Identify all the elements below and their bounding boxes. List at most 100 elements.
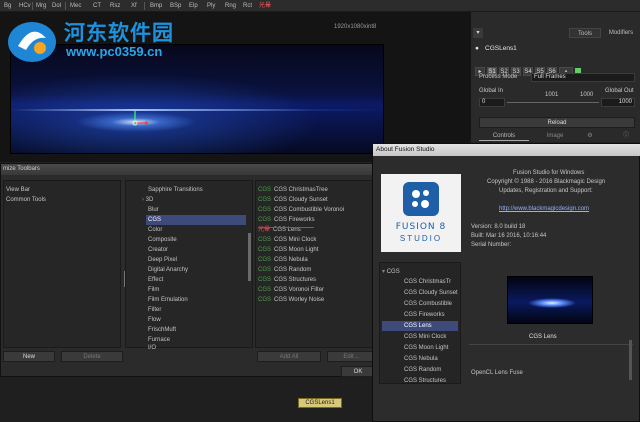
tree-item-nebula[interactable]: CGS Nebula [404, 354, 438, 364]
tool-worley-noise[interactable]: CGS CGS Worley Noise [258, 295, 324, 305]
fusion-logo-line1: FUSION 8 [395, 222, 447, 232]
tool-ct[interactable]: CT [93, 1, 101, 11]
tool-bg[interactable]: Bg [4, 1, 11, 11]
tool-rsz[interactable]: Rsz [110, 1, 120, 11]
category-color[interactable]: Color [148, 225, 162, 235]
tab-controls[interactable]: Controls [479, 131, 529, 141]
toolbar-list: View Bar Common Tools [3, 180, 126, 348]
serial-text: Serial Number: [471, 242, 512, 248]
tree-item-lens[interactable]: CGS Lens [382, 321, 458, 331]
global-out-label: Global Out [605, 88, 634, 94]
category-scrollbar[interactable] [248, 233, 251, 281]
tool-xf[interactable]: Xf [131, 1, 137, 11]
tree-item-christmastree[interactable]: CGS ChristmasTr [404, 277, 451, 287]
tool-hcv[interactable]: HCv [19, 1, 31, 11]
category-flow[interactable]: Flow [148, 315, 161, 325]
tool-cloudy-sunset[interactable]: CGS CGS Cloudy Sunset [258, 195, 328, 205]
tool-nebula[interactable]: CGS CGS Nebula [258, 255, 308, 265]
tree-item-combustible[interactable]: CGS Combustible [404, 299, 452, 309]
tool-mec[interactable]: Mec [70, 1, 81, 11]
ok-button[interactable]: OK [341, 366, 375, 377]
tool-list: CGS CGS ChristmasTree CGS CGS Cloudy Sunse… [255, 180, 375, 348]
main-toolbar: Bg HCv Mrg Dol Mec CT Rsz Xf Bmp BSp Elp… [0, 0, 640, 12]
tool-christmastree[interactable]: CGS CGS ChristmasTree [258, 185, 328, 195]
settings-icon[interactable]: ⚙ [585, 131, 595, 141]
list-item[interactable]: View Bar [6, 185, 30, 195]
tool-structures[interactable]: CGS CGS Structures [258, 275, 316, 285]
plugin-name: CGS Lens [529, 334, 557, 340]
tool-bsp[interactable]: BSp [170, 1, 181, 11]
node-cgslens1[interactable]: CGSLens1 [298, 398, 342, 408]
tree-item-random[interactable]: CGS Random [404, 365, 441, 375]
category-creator[interactable]: Creator [148, 245, 168, 255]
tool-rct[interactable]: Rct [243, 1, 252, 11]
transform-gizmo-icon[interactable] [127, 109, 149, 129]
tree-item-structures[interactable]: CGS Structures [404, 376, 446, 386]
tool-lens-flare[interactable]: 光晕 [259, 1, 271, 11]
tab-tools[interactable]: Tools [569, 28, 601, 38]
tool-ply[interactable]: Ply [207, 1, 215, 11]
category-frischmuft[interactable]: FrischMuft [148, 325, 176, 335]
tool-dol[interactable]: Dol [52, 1, 61, 11]
category-film-emulation[interactable]: Film Emulation [148, 295, 188, 305]
fusion-logo: FUSION 8 STUDIO [381, 174, 461, 252]
inspector-panel: ▾ Tools Modifiers ● CGSLens1 ▸ S1 S2 S3 … [470, 12, 640, 142]
category-3d[interactable]: › 3D [142, 195, 153, 205]
category-effect[interactable]: Effect [148, 275, 163, 285]
version-text: Version: 8.0 build 18 [471, 224, 526, 230]
support-link[interactable]: http://www.blackmagicdesign.com [499, 206, 589, 212]
new-button[interactable]: New [3, 351, 55, 362]
about-scrollbar[interactable] [629, 340, 632, 380]
add-all-button[interactable]: Add All [257, 351, 321, 362]
customize-toolbars-dialog: mize Toolbars View Bar Common Tools Sapp… [0, 163, 377, 377]
tree-item-fireworks[interactable]: CGS Fireworks [404, 310, 445, 320]
tool-elp[interactable]: Elp [189, 1, 198, 11]
tool-voronoi-filter[interactable]: CGS CGS Voronoi Filter [258, 285, 324, 295]
collapse-icon[interactable]: ▾ [473, 28, 483, 38]
category-cgs[interactable]: CGS [146, 215, 246, 225]
tool-moon-light[interactable]: CGS CGS Moon Light [258, 245, 318, 255]
reload-button[interactable]: Reload [479, 117, 635, 128]
process-mode-label: Process Mode [479, 74, 518, 80]
tool-random[interactable]: CGS CGS Random [258, 265, 311, 275]
about-dialog: About Fusion Studio FUSION 8 STUDIO Fusi… [372, 143, 640, 422]
global-range-slider[interactable] [507, 102, 599, 103]
tree-item-moon-light[interactable]: CGS Moon Light [404, 343, 448, 353]
range-start-value: 1001 [545, 92, 559, 98]
tab-modifiers[interactable]: Modifiers [603, 28, 639, 38]
category-composite[interactable]: Composite [148, 235, 177, 245]
tree-item-mini-clock[interactable]: CGS Mini Clock [404, 332, 446, 342]
range-end-value: 1000 [580, 92, 594, 98]
fusion-logo-line2: STUDIO [399, 234, 443, 243]
global-in-label: Global In [479, 88, 504, 94]
tool-bmp[interactable]: Bmp [150, 1, 162, 11]
fusion-logo-icon [403, 182, 439, 216]
lens-flare-streak [11, 109, 385, 111]
tree-item-cloudy-sunset[interactable]: CGS Cloudy Sunset [404, 288, 458, 298]
global-out-field[interactable]: 1000 [601, 98, 635, 107]
support-text: Updates, Registration and Support: [499, 188, 593, 194]
inspector-node-name: CGSLens1 [485, 45, 517, 52]
info-icon[interactable]: ⓘ [621, 131, 631, 141]
category-filter[interactable]: Filter [148, 305, 161, 315]
edit-button[interactable]: Edit... [327, 351, 375, 362]
list-item[interactable]: Common Tools [6, 195, 46, 205]
category-digital-anarchy[interactable]: Digital Anarchy [148, 265, 188, 275]
divider [469, 344, 633, 345]
delete-button[interactable]: Delete [61, 351, 123, 362]
global-in-field[interactable]: 0 [479, 98, 505, 107]
tool-fireworks[interactable]: CGS CGS Fireworks [258, 215, 315, 225]
node-dot-icon: ● [475, 45, 479, 52]
tool-mini-clock[interactable]: CGS CGS Mini Clock [258, 235, 316, 245]
tree-root[interactable]: ▾ CGS [382, 267, 400, 277]
category-io[interactable]: I/O [148, 343, 156, 353]
tool-mrg[interactable]: Mrg [36, 1, 46, 11]
tool-combustible-voronoi[interactable]: CGS CGS Combustible Voronoi [258, 205, 344, 215]
process-mode-select[interactable]: Full Frames [531, 73, 635, 82]
category-deep-pixel[interactable]: Deep Pixel [148, 255, 177, 265]
plugin-tree: ▾ CGS CGS ChristmasTr CGS Cloudy Sunset … [379, 262, 461, 384]
tool-rng[interactable]: Rng [225, 1, 236, 11]
category-blur[interactable]: Blur [148, 205, 159, 215]
tab-image[interactable]: Image [535, 131, 575, 141]
category-film[interactable]: Film [148, 285, 159, 295]
